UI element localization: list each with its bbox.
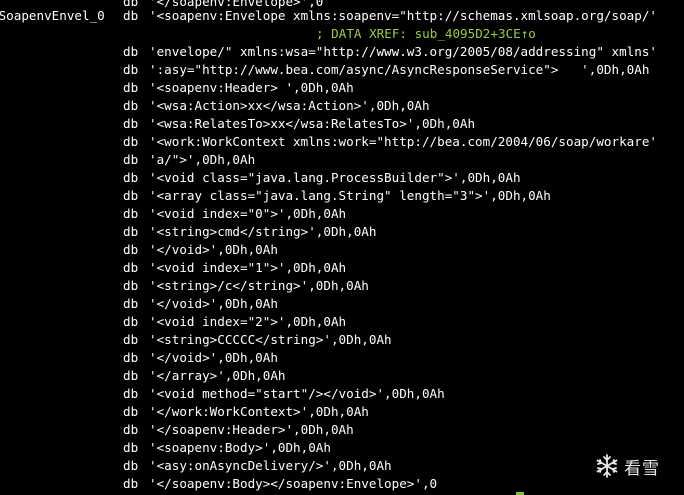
- listing-line[interactable]: db '<soapenv:Header> ',0Dh,0Ah: [0, 79, 354, 97]
- listing-line[interactable]: db '</void>',0Dh,0Ah: [0, 295, 278, 313]
- string-operand: '<soapenv:Body>',0Dh,0Ah: [149, 440, 331, 455]
- listing-line[interactable]: db '<work:WorkContext xmlns:work="http:/…: [0, 133, 657, 151]
- listing-line[interactable]: db '<soapenv:Body>',0Dh,0Ah: [0, 439, 331, 457]
- mnemonic: db: [123, 422, 139, 437]
- mnemonic: db: [123, 62, 139, 77]
- listing-line[interactable]: db '</array>',0Dh,0Ah: [0, 367, 285, 385]
- string-operand: '<void index="2">',0Dh,0Ah: [149, 314, 347, 329]
- mnemonic: db: [123, 134, 139, 149]
- listing-line[interactable]: db ':asy="http://www.bea.com/async/Async…: [0, 61, 649, 79]
- snowflake-icon: [596, 454, 618, 478]
- xref-comment-line: ; DATA XREF: sub_4095D2+3CE↑o: [0, 25, 536, 43]
- string-operand: '</soapenv:Header>',0Dh,0Ah: [149, 422, 354, 437]
- string-operand: '<void index="0">',0Dh,0Ah: [149, 206, 347, 221]
- listing-line[interactable]: db '<array class="java.lang.String" leng…: [0, 187, 551, 205]
- listing-line[interactable]: db '<void class="java.lang.ProcessBuilde…: [0, 169, 521, 187]
- watermark: 看雪: [594, 451, 680, 481]
- listing-line[interactable]: db '</void>',0Dh,0Ah: [0, 241, 278, 259]
- string-operand: '<wsa:RelatesTo>xx</wsa:RelatesTo>',0Dh,…: [149, 116, 476, 131]
- mnemonic: db: [123, 260, 139, 275]
- string-operand: '<wsa:Action>xx</wsa:Action>',0Dh,0Ah: [149, 98, 430, 113]
- listing-line[interactable]: db '</void>',0Dh,0Ah: [0, 349, 278, 367]
- mnemonic: db: [123, 350, 139, 365]
- mnemonic: db: [123, 332, 139, 347]
- mnemonic: db: [123, 458, 139, 473]
- listing-line[interactable]: db '<void index="1">',0Dh,0Ah: [0, 259, 346, 277]
- listing-line[interactable]: db '<asy:onAsyncDelivery/>',0Dh,0Ah: [0, 457, 392, 475]
- listing-line[interactable]: db 'a/">',0Dh,0Ah: [0, 151, 255, 169]
- xref-comment[interactable]: ; DATA XREF: sub_4095D2+3CE↑o: [316, 25, 536, 43]
- mnemonic: db: [123, 224, 139, 239]
- listing-line[interactable]: db '<void method="start"/></void>',0Dh,0…: [0, 385, 445, 403]
- string-operand: '</work:WorkContext>',0Dh,0Ah: [149, 404, 369, 419]
- listing-line[interactable]: db 'envelope/" xmlns:wsa="http://www.w3.…: [0, 43, 657, 61]
- string-operand: '<soapenv:Header> ',0Dh,0Ah: [149, 80, 354, 95]
- string-operand: 'envelope/" xmlns:wsa="http://www.w3.org…: [149, 44, 657, 59]
- mnemonic: db: [123, 206, 139, 221]
- listing-line[interactable]: db '</soapenv:Body></soapenv:Envelope>',…: [0, 475, 437, 493]
- mnemonic: db: [123, 116, 139, 131]
- mnemonic: db: [123, 98, 139, 113]
- listing-line[interactable]: db '</soapenv:Header>',0Dh,0Ah: [0, 421, 354, 439]
- string-operand: '<void index="1">',0Dh,0Ah: [149, 260, 347, 275]
- string-operand: 'a/">',0Dh,0Ah: [149, 152, 256, 167]
- string-operand: '</void>',0Dh,0Ah: [149, 350, 278, 365]
- string-operand: '<soapenv:Envelope xmlns:soapenv="http:/…: [149, 8, 657, 23]
- mnemonic: db: [123, 8, 139, 23]
- string-operand: '<void class="java.lang.ProcessBuilder">…: [149, 170, 521, 185]
- string-operand: '<array class="java.lang.String" length=…: [149, 188, 551, 203]
- mnemonic: db: [123, 80, 139, 95]
- disassembly-view[interactable]: db '</soapenv:Envelope>',0 aSoapenvEnvel…: [0, 0, 684, 495]
- mnemonic: db: [123, 296, 139, 311]
- mnemonic: db: [123, 242, 139, 257]
- listing-line[interactable]: db '<string>CCCCC</string>',0Dh,0Ah: [0, 331, 392, 349]
- mnemonic: db: [123, 188, 139, 203]
- mnemonic: db: [123, 404, 139, 419]
- listing-line[interactable]: db '<void index="2">',0Dh,0Ah: [0, 313, 346, 331]
- mnemonic: db: [123, 476, 139, 491]
- mnemonic: db: [123, 368, 139, 383]
- listing-line[interactable]: db '<string>/c</string>',0Dh,0Ah: [0, 277, 369, 295]
- listing-line[interactable]: db '<wsa:Action>xx</wsa:Action>',0Dh,0Ah: [0, 97, 430, 115]
- string-operand: '<string>cmd</string>',0Dh,0Ah: [149, 224, 377, 239]
- listing-line[interactable]: db '<string>cmd</string>',0Dh,0Ah: [0, 223, 376, 241]
- mnemonic: db: [123, 170, 139, 185]
- mnemonic: db: [123, 152, 139, 167]
- listing-line[interactable]: db '<wsa:RelatesTo>xx</wsa:RelatesTo>',0…: [0, 115, 475, 133]
- mnemonic: db: [123, 440, 139, 455]
- string-operand: '</void>',0Dh,0Ah: [149, 296, 278, 311]
- mnemonic: db: [123, 278, 139, 293]
- string-operand: '</array>',0Dh,0Ah: [149, 368, 286, 383]
- string-operand: '<string>CCCCC</string>',0Dh,0Ah: [149, 332, 392, 347]
- mnemonic: db: [123, 44, 139, 59]
- string-operand: '<void method="start"/></void>',0Dh,0Ah: [149, 386, 445, 401]
- string-operand: '</void>',0Dh,0Ah: [149, 242, 278, 257]
- watermark-text: 看雪: [624, 458, 660, 479]
- string-operand: '</soapenv:Body></soapenv:Envelope>',0: [149, 476, 438, 491]
- mnemonic: db: [123, 386, 139, 401]
- listing-line[interactable]: aSoapenvEnvel_0 db '<soapenv:Envelope xm…: [0, 7, 657, 25]
- string-operand: '<asy:onAsyncDelivery/>',0Dh,0Ah: [149, 458, 392, 473]
- listing-line[interactable]: db '</work:WorkContext>',0Dh,0Ah: [0, 403, 369, 421]
- string-operand: '<string>/c</string>',0Dh,0Ah: [149, 278, 369, 293]
- string-operand: ':asy="http://www.bea.com/async/AsyncRes…: [149, 62, 650, 77]
- string-operand: '<work:WorkContext xmlns:work="http://be…: [149, 134, 657, 149]
- string-label[interactable]: aSoapenvEnvel_0: [0, 7, 105, 25]
- listing-line[interactable]: db '<void index="0">',0Dh,0Ah: [0, 205, 346, 223]
- mnemonic: db: [123, 314, 139, 329]
